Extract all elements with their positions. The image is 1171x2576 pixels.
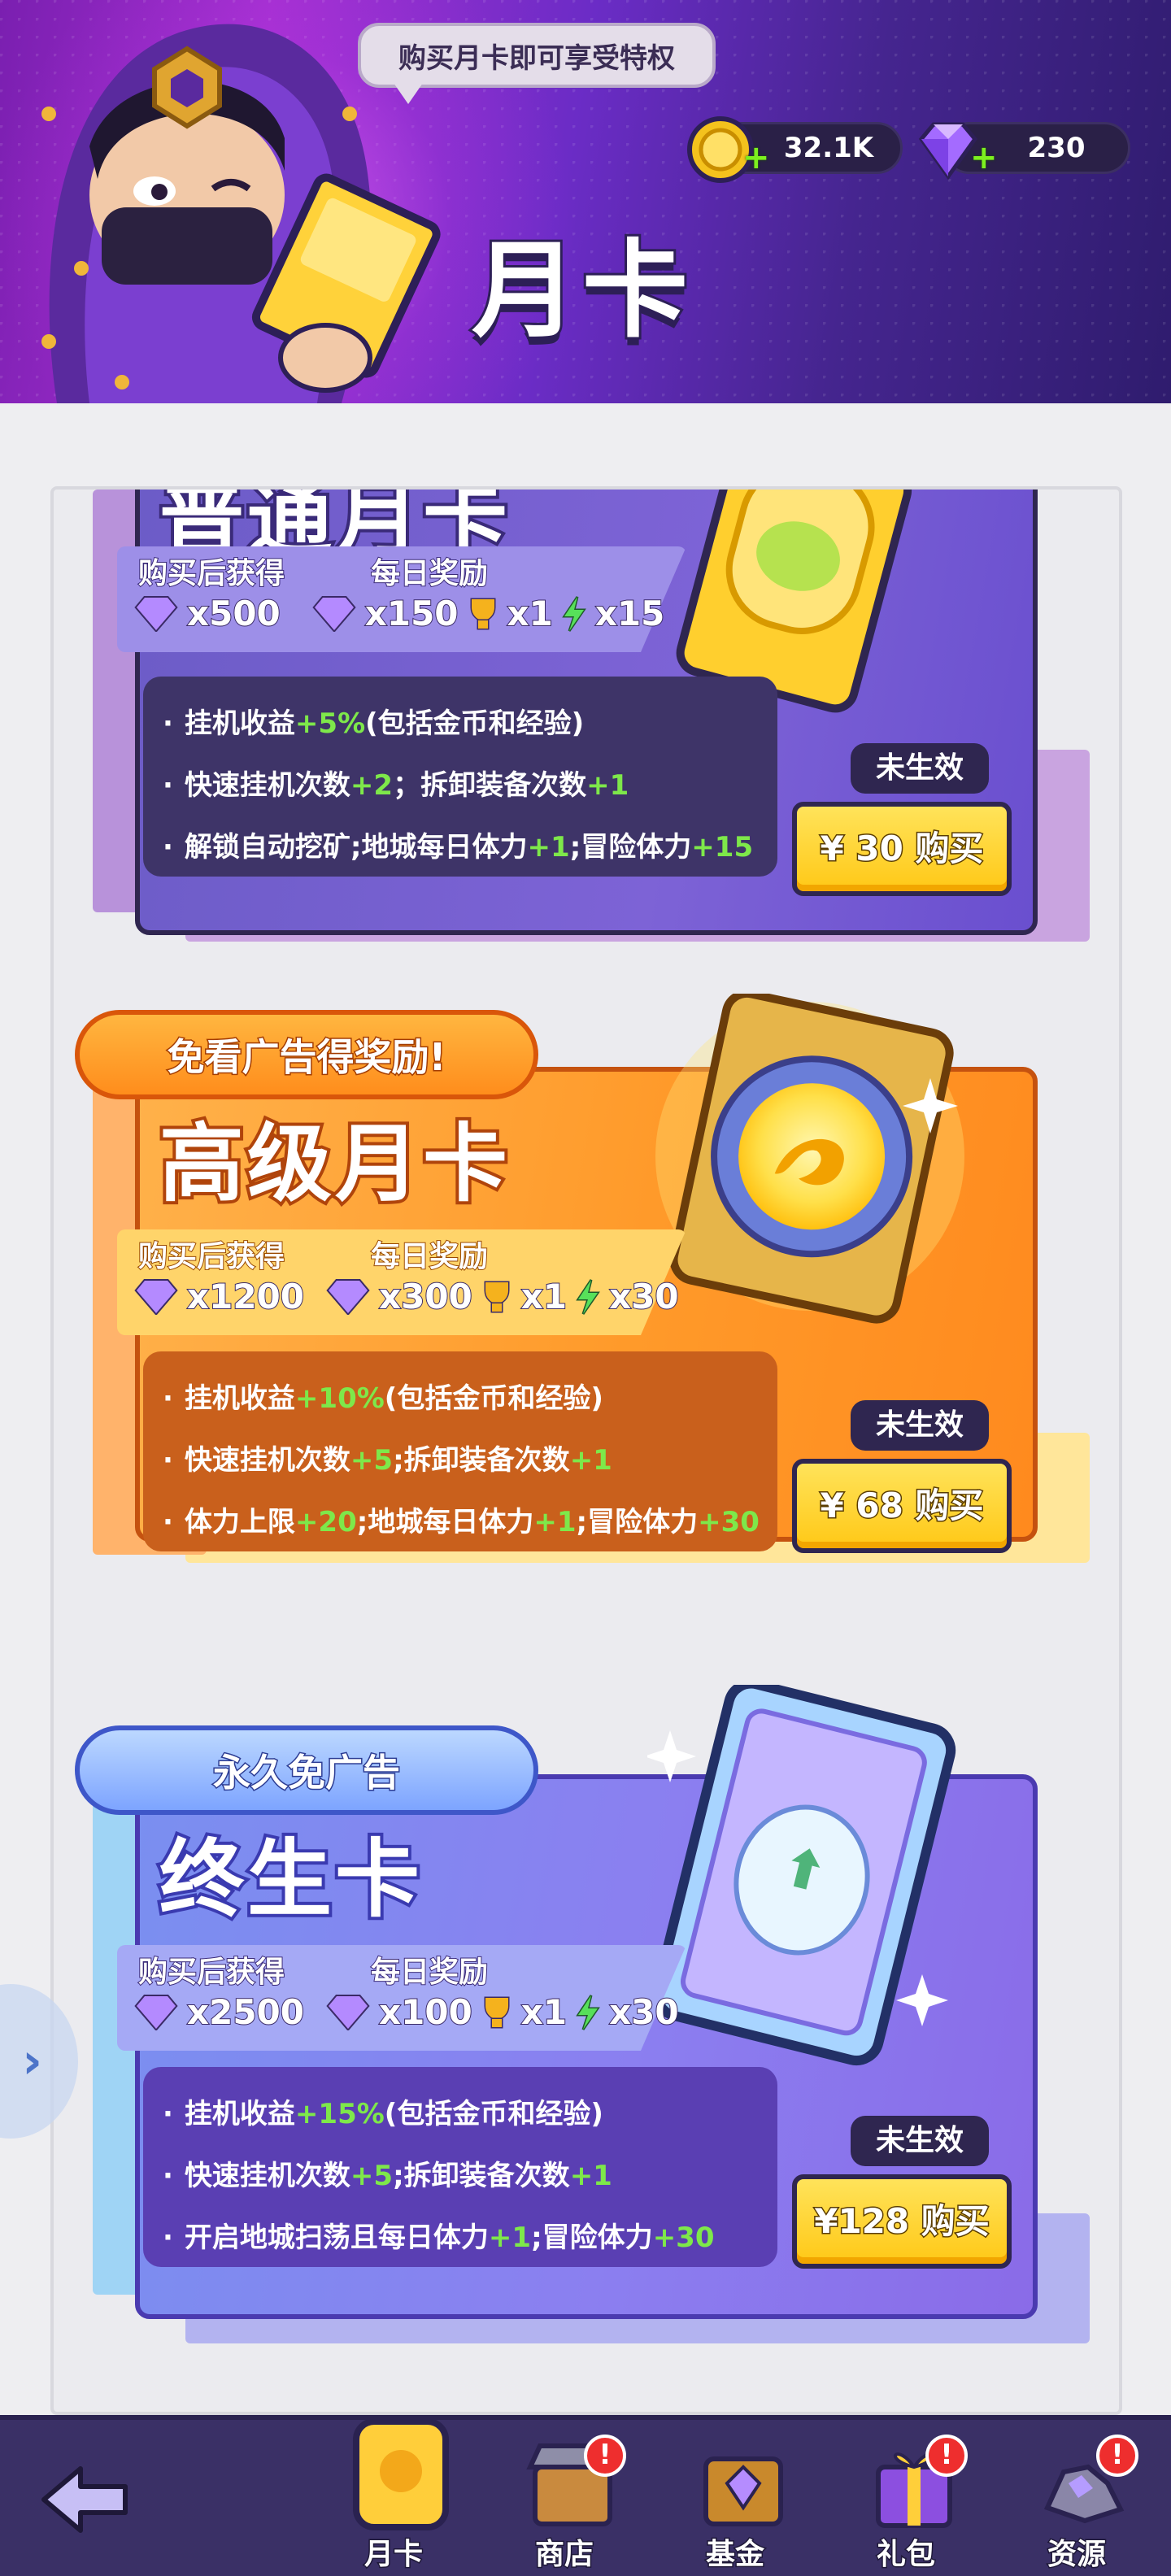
perk-2: · 快速挂机次数+5;拆卸装备次数+1 [163,1444,612,1477]
daily-trophy-amount: x1 [520,1991,568,2033]
card-premium: 免看广告得奖励! 高级月卡 购买后获得 每日奖励 x1200 x300 x1 x… [54,994,1119,1628]
perk-list: · 挂机收益+15%(包括金币和经验) · 快速挂机次数+5;拆卸装备次数+1 · 开… [143,2067,777,2267]
reward-strip: 购买后获得 每日奖励 x1200 x300 x1 x30 [117,1229,686,1335]
trophy-icon [484,1281,510,1312]
daily-energy-amount: x30 [608,1276,680,1317]
buy-button-30[interactable]: ¥ 30 购买 [792,802,1012,896]
label-buy: 购买后获得 [137,556,285,591]
energy-bolt-icon [576,1278,600,1315]
gem-icon [326,1994,370,2030]
label-buy: 购买后获得 [137,1239,285,1274]
gem-icon [312,595,356,632]
label-buy: 购买后获得 [137,1955,285,1990]
perk-3: · 开启地城扫荡且每日体力+1;冒险体力+30 [163,2221,715,2254]
label-daily: 每日奖励 [370,1955,489,1990]
add-coins-icon[interactable]: + [742,139,770,176]
speech-bubble: 购买月卡即可享受特权 [358,23,716,104]
reward-row: x1200 x300 x1 x30 [133,1276,680,1317]
trophy-icon [470,598,496,629]
trophy-icon [484,1996,510,2028]
perk-3: · 体力上限+20;地城每日体力+1;冒险体力+30 [163,1506,760,1538]
header: 购买月卡即可享受特权 + 32.1K + 230 月卡 [0,0,1171,403]
coin-amount: 32.1K [783,132,874,164]
label-daily: 每日奖励 [370,556,489,591]
perk-2: · 快速挂机次数+5;拆卸装备次数+1 [163,2160,612,2192]
daily-gem-amount: x100 [378,1991,473,2033]
buy-button-68[interactable]: ¥ 68 购买 [792,1459,1012,1553]
reward-strip: 购买后获得 每日奖励 x2500 x100 x1 x30 [117,1945,686,2051]
buy-reward-amount: x1200 [186,1276,305,1317]
card-title: 终生卡 [156,1826,424,1932]
daily-trophy-amount: x1 [520,1276,568,1317]
add-gems-icon[interactable]: + [970,139,998,176]
perk-1: · 挂机收益+5%(包括金币和经验) [163,707,585,740]
status-badge: 未生效 [851,2116,989,2166]
notification-badge: ! [925,2435,968,2477]
reward-row: x2500 x100 x1 x30 [133,1991,680,2033]
buy-reward-amount: x2500 [186,1991,305,2033]
nav-label: 礼包 [875,2537,936,2573]
lifetime-card-icon [647,1685,956,2065]
status-badge: 未生效 [851,743,989,794]
buy-reward-amount: x500 [186,593,281,634]
nav-label: 月卡 [363,2537,424,2573]
promo-banner: 永久免广告 [75,1725,538,1815]
card-lifetime: 永久免广告 终生卡 购买后获得 每日奖励 x2500 x100 x1 x30 ·… [54,1685,1119,2392]
daily-gem-amount: x300 [378,1276,473,1317]
card-title: 高级月卡 [156,1111,511,1216]
gem-icon [134,1278,178,1315]
perk-list: · 挂机收益+10%(包括金币和经验) · 快速挂机次数+5;拆卸装备次数+1 · 体… [143,1351,777,1551]
gem-icon [326,1278,370,1315]
nav-tab-resources[interactable]: ! 资源 [1003,2435,1150,2576]
nav-label: 资源 [1046,2537,1107,2573]
reward-row: x500 x150 x1 x15 [133,593,666,634]
dragon-card-icon [655,994,964,1324]
perk-list: · 挂机收益+5%(包括金币和经验) · 快速挂机次数+2；拆卸装备次数+1 · 解锁… [143,677,777,877]
fund-chest-icon [703,2456,783,2526]
gem-icon [134,595,178,632]
notification-badge: ! [584,2435,626,2477]
daily-energy-amount: x30 [608,1991,680,2033]
nav-tab-gift-pack[interactable]: ! 礼包 [833,2435,979,2576]
nav-tab-fund[interactable]: 基金 [662,2435,808,2576]
back-arrow-icon[interactable] [36,2459,133,2540]
nav-label: 基金 [704,2537,765,2573]
coin-counter[interactable]: + 32.1K [687,116,903,183]
buy-button-128[interactable]: ¥128 购买 [792,2174,1012,2269]
perk-2: · 快速挂机次数+2；拆卸装备次数+1 [163,769,629,802]
status-badge: 未生效 [851,1400,989,1451]
daily-energy-amount: x15 [594,593,666,634]
promo-banner: 免看广告得奖励! [75,1010,538,1099]
energy-bolt-icon [562,595,586,632]
energy-bolt-icon [576,1994,600,2030]
daily-trophy-amount: x1 [507,593,554,634]
notification-badge: ! [1096,2435,1138,2477]
gem-amount: 230 [1027,132,1086,164]
nav-label: 商店 [533,2537,594,2573]
perk-3: · 解锁自动挖矿;地城每日体力+1;冒险体力+15 [163,831,754,864]
bottom-nav: 月卡 ! 商店 基金 ! 礼包 ! 资源 [0,2415,1171,2576]
chevron-right-icon: › [22,2033,42,2090]
perk-1: · 挂机收益+15%(包括金币和经验) [163,2098,603,2130]
reward-strip: 购买后获得 每日奖励 x500 x150 x1 x15 [117,546,686,652]
monthly-card-icon [353,2418,449,2530]
card-list[interactable]: 普通月卡 购买后获得 每日奖励 x500 x150 x1 x15 · 挂机收益+… [50,486,1122,2415]
page-title: 月卡 [469,226,694,355]
gem-icon [134,1994,178,2030]
perk-1: · 挂机收益+10%(包括金币和经验) [163,1382,603,1415]
daily-gem-amount: x150 [364,593,459,634]
nav-tab-shop[interactable]: ! 商店 [491,2435,638,2576]
nav-tab-monthly-card[interactable]: 月卡 [320,2418,467,2576]
card-normal: 普通月卡 购买后获得 每日奖励 x500 x150 x1 x15 · 挂机收益+… [54,490,1119,942]
gem-counter[interactable]: + 230 [918,122,1130,181]
label-daily: 每日奖励 [370,1239,489,1274]
